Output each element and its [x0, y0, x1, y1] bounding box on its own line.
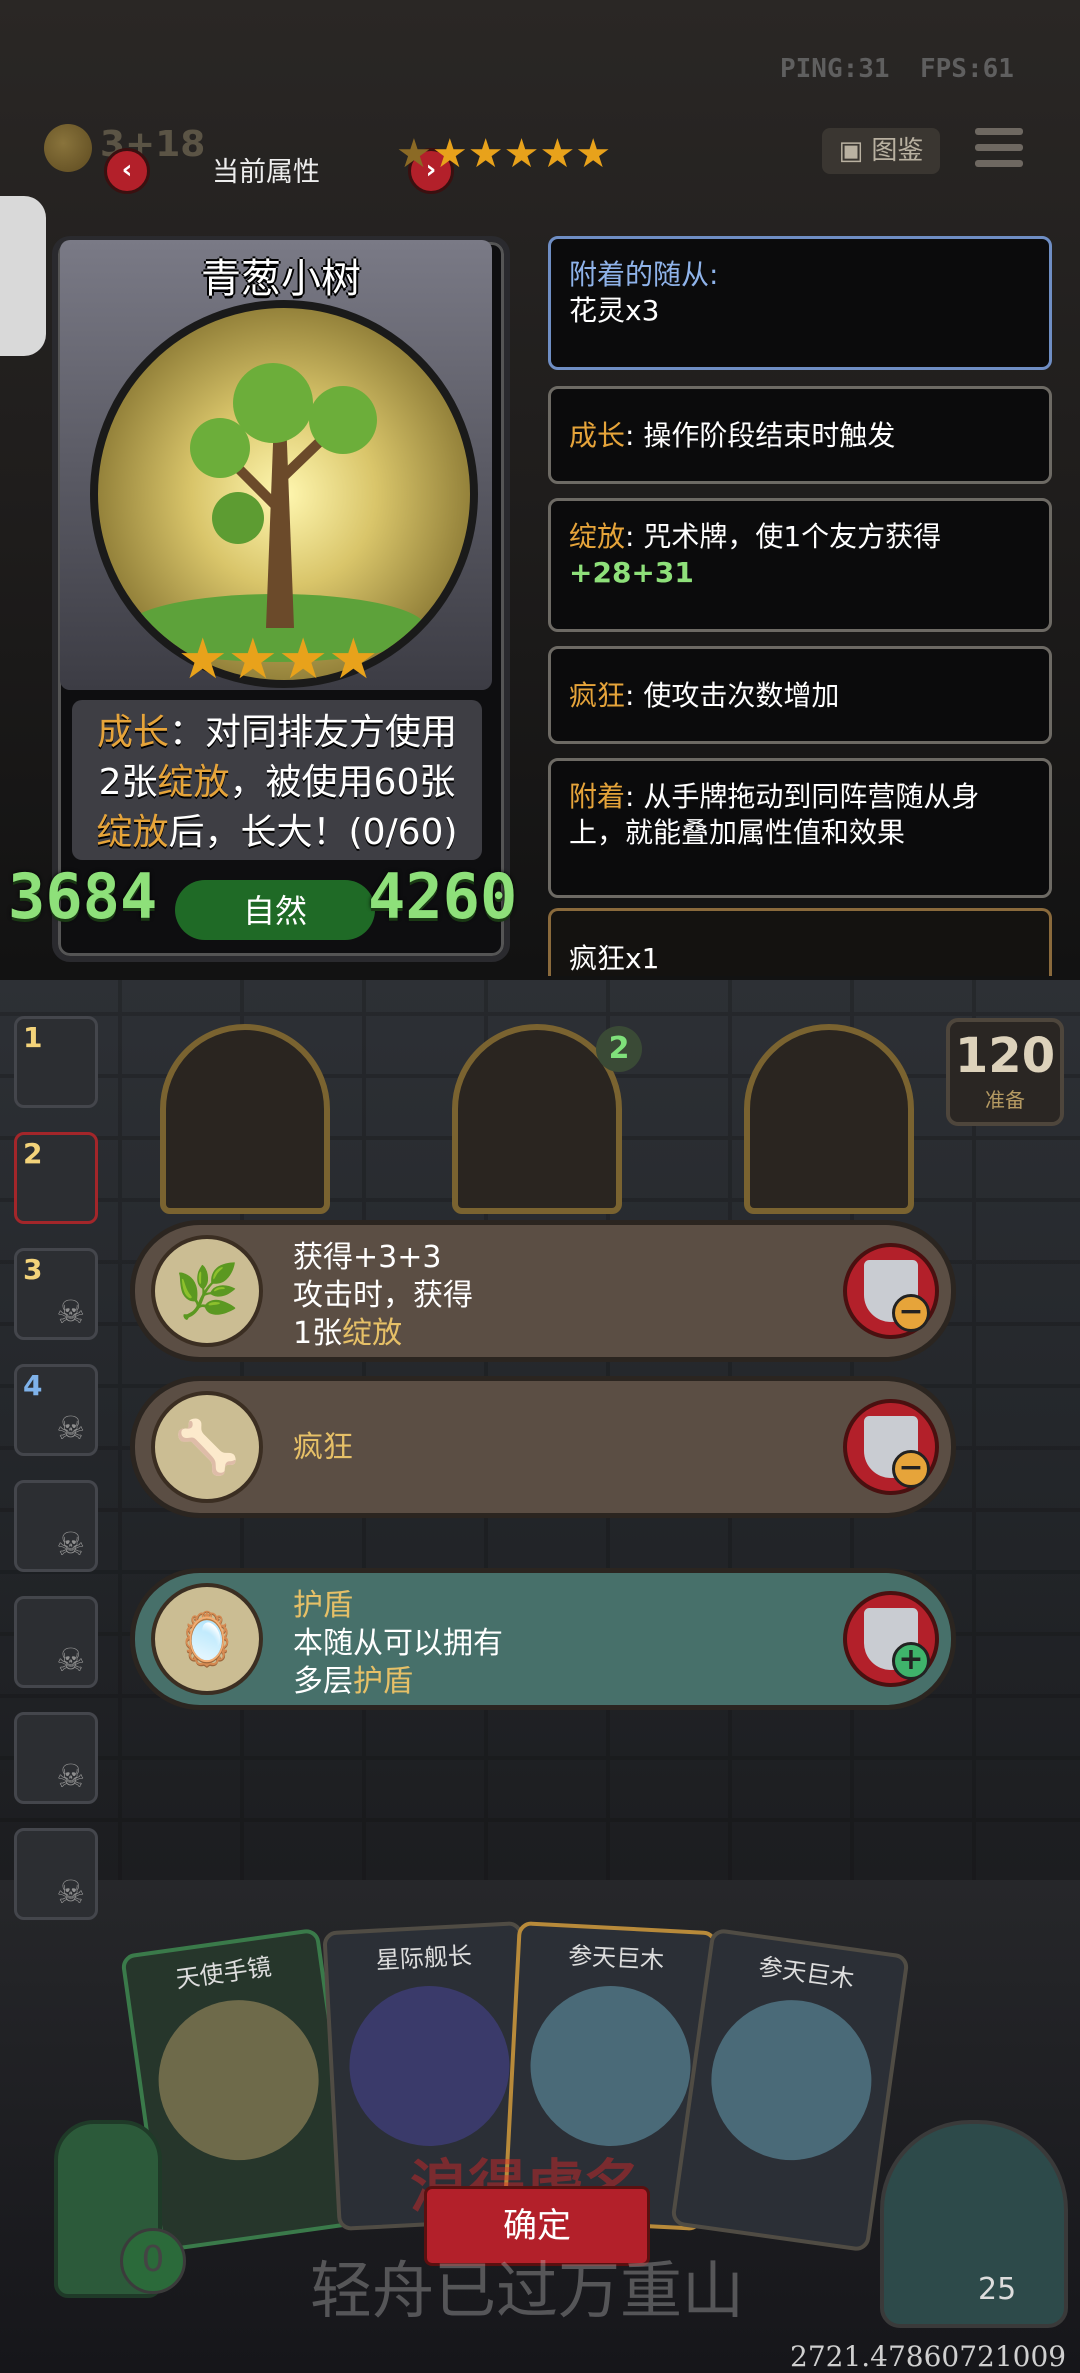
level-stars: ★★★★★★: [396, 134, 611, 174]
minion-frame[interactable]: [160, 1024, 330, 1214]
buff-row-1[interactable]: 🌿 获得+3+3 攻击时，获得 1张绽放 −: [130, 1220, 956, 1362]
hamburger-icon: [975, 128, 1023, 135]
coordinate-readout: 2721.47860721009: [790, 2340, 1067, 2373]
minus-icon: −: [892, 1294, 930, 1332]
hero-portrait[interactable]: [880, 2120, 1068, 2328]
hero-health: 25: [978, 2272, 1017, 2307]
shield-icon: +: [864, 1608, 930, 1680]
growth-keyword-box: 成长: 操作阶段结束时触发: [548, 386, 1052, 484]
add-buff-button[interactable]: +: [843, 1591, 939, 1687]
ready-counter: 120 准备: [946, 1018, 1064, 1126]
mirror-icon: 🪞: [151, 1583, 263, 1695]
frenzy-stack-box: 疯狂x1: [548, 908, 1052, 976]
health-value: 4260: [368, 860, 518, 933]
team-slot-8[interactable]: ☠: [14, 1828, 98, 1920]
buff-row-2[interactable]: 🦴 疯狂 −: [130, 1376, 956, 1518]
ping-readout: PING:31: [780, 54, 890, 84]
star-icon: ★: [467, 131, 504, 177]
team-slot-3[interactable]: 3 ☠: [14, 1248, 98, 1340]
prev-button[interactable]: ‹: [104, 148, 150, 194]
remove-buff-button[interactable]: −: [843, 1243, 939, 1339]
side-drawer-tab[interactable]: [0, 196, 46, 356]
shield-icon: −: [864, 1260, 930, 1332]
star-icon: ★: [278, 627, 329, 692]
plus-icon: +: [892, 1642, 930, 1680]
star-icon: ★: [396, 131, 432, 177]
menu-button[interactable]: [975, 128, 1023, 174]
star-icon: ★: [328, 627, 379, 692]
frenzy-keyword-box: 疯狂: 使攻击次数增加: [548, 646, 1052, 744]
buff-text-1: 获得+3+3 攻击时，获得 1张绽放: [293, 1240, 473, 1351]
page-title: 当前属性: [212, 157, 320, 188]
book-icon: ▣: [838, 136, 872, 166]
team-slot-1[interactable]: 1: [14, 1016, 98, 1108]
bloom-keyword-box: 绽放: 咒术牌，使1个友方获得 +28+31: [548, 498, 1052, 632]
star-icon: ★: [539, 131, 576, 177]
skull-icon: ☠: [56, 1293, 85, 1331]
fps-readout: FPS:61: [920, 54, 1014, 84]
attack-value: 3684: [8, 860, 158, 933]
branch-icon: 🌿: [151, 1235, 263, 1347]
team-slot-6[interactable]: ☠: [14, 1596, 98, 1688]
buff-row-3[interactable]: 🪞 护盾 本随从可以拥有 多层护盾 +: [130, 1568, 956, 1710]
attribute-label: 自然: [242, 892, 307, 930]
buff-text-3: 护盾 本随从可以拥有 多层护盾: [293, 1588, 503, 1699]
minus-icon: −: [892, 1450, 930, 1488]
star-icon: ★: [177, 627, 228, 692]
card-stars: ★★★★: [148, 632, 408, 688]
attached-minions-box: 附着的随从: 花灵x3: [548, 236, 1052, 370]
minion-badge: 2: [596, 1026, 642, 1072]
skull-icon: ☠: [56, 1525, 85, 1563]
team-slot-7[interactable]: ☠: [14, 1712, 98, 1804]
deck-count: 0: [120, 2228, 186, 2294]
star-icon: ★: [575, 131, 612, 177]
team-slot-2[interactable]: 2: [14, 1132, 98, 1224]
star-icon: ★: [431, 131, 468, 177]
skull-icon: ☠: [56, 1757, 85, 1795]
watermark-grey: 轻舟已过万重山: [310, 2254, 745, 2327]
shield-icon: −: [864, 1416, 930, 1488]
star-icon: ★: [227, 627, 278, 692]
skull-icon: ☠: [56, 1873, 85, 1911]
team-slot-5[interactable]: ☠: [14, 1480, 98, 1572]
attach-keyword-box: 附着: 从手牌拖动到同阵营随从身上，就能叠加属性值和效果: [548, 758, 1052, 898]
team-slot-4[interactable]: 4 ☠: [14, 1364, 98, 1456]
card-name: 青葱小树: [201, 256, 361, 302]
minion-frame[interactable]: [744, 1024, 914, 1214]
star-icon: ★: [503, 131, 540, 177]
skull-icon: ☠: [56, 1641, 85, 1679]
skull-icon: ☠: [56, 1409, 85, 1447]
remove-buff-button[interactable]: −: [843, 1399, 939, 1495]
card-description: 成长：对同排友方使用 2张绽放，被使用60张 绽放后，长大！(0/60): [72, 700, 482, 860]
buff-text-2: 疯狂: [293, 1430, 353, 1465]
hand-card[interactable]: 参天巨木: [670, 1927, 910, 2253]
atlas-button[interactable]: ▣ 图鉴: [822, 128, 940, 174]
coin-icon: [44, 124, 92, 172]
tree-icon: [126, 363, 426, 662]
horn-icon: 🦴: [151, 1391, 263, 1503]
